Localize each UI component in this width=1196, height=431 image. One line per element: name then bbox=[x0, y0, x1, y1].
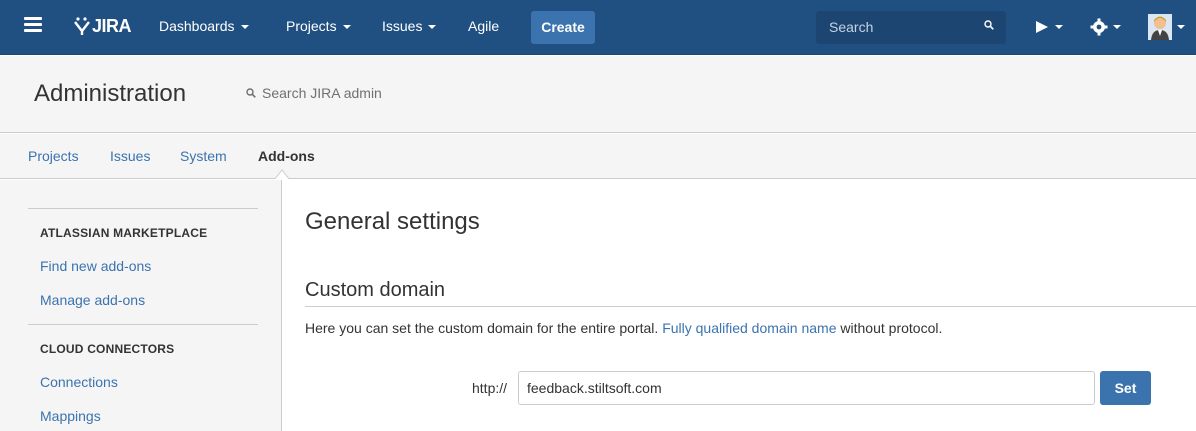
sidebar: ATLASSIAN MARKETPLACE Find new add-ons M… bbox=[0, 180, 282, 431]
sidebar-item-connections[interactable]: Connections bbox=[40, 374, 118, 390]
logo-text: JIRA bbox=[92, 15, 132, 36]
nav-agile[interactable]: Agile bbox=[468, 16, 499, 36]
nav-projects-label: Projects bbox=[286, 18, 337, 34]
top-navigation-bar: JIRA Dashboards Projects Issues Agile Cr… bbox=[0, 0, 1196, 55]
nav-projects[interactable]: Projects bbox=[286, 16, 351, 36]
tab-projects[interactable]: Projects bbox=[28, 148, 79, 164]
custom-domain-title: Custom domain bbox=[305, 279, 446, 301]
avatar bbox=[1148, 14, 1172, 40]
chevron-down-icon bbox=[1113, 25, 1121, 29]
tab-add-ons[interactable]: Add-ons bbox=[258, 148, 315, 164]
divider bbox=[28, 208, 258, 209]
custom-domain-input[interactable] bbox=[518, 371, 1095, 405]
chevron-down-icon bbox=[1055, 25, 1063, 29]
admin-tabs: Projects Issues System Add-ons bbox=[0, 134, 1196, 179]
nav-issues[interactable]: Issues bbox=[382, 16, 437, 36]
divider bbox=[305, 306, 1196, 307]
feedback-icon bbox=[1036, 21, 1048, 33]
fqdn-link[interactable]: Fully qualified domain name bbox=[662, 320, 836, 336]
sidebar-item-find-new-add-ons[interactable]: Find new add-ons bbox=[40, 258, 151, 274]
hamburger-menu-icon[interactable] bbox=[24, 17, 42, 33]
admin-search-field[interactable]: Search JIRA admin bbox=[246, 85, 382, 101]
admin-search-placeholder: Search JIRA admin bbox=[262, 85, 382, 101]
divider bbox=[28, 324, 258, 325]
custom-domain-description: Here you can set the custom domain for t… bbox=[305, 320, 942, 336]
tab-issues[interactable]: Issues bbox=[110, 148, 150, 164]
jira-logo[interactable]: JIRA bbox=[74, 13, 132, 39]
jira-logo-icon bbox=[74, 17, 90, 35]
active-tab-pointer bbox=[274, 169, 290, 180]
chevron-down-icon bbox=[428, 25, 437, 30]
chevron-down-icon bbox=[1177, 25, 1185, 29]
gear-icon bbox=[1090, 18, 1108, 36]
nav-issues-label: Issues bbox=[382, 18, 423, 34]
nav-dashboards-label: Dashboards bbox=[159, 18, 235, 34]
tab-system[interactable]: System bbox=[180, 148, 227, 164]
sidebar-heading-cloud-connectors: CLOUD CONNECTORS bbox=[40, 342, 175, 356]
search-input[interactable]: Search bbox=[816, 11, 1006, 44]
sidebar-item-mappings[interactable]: Mappings bbox=[40, 408, 101, 424]
create-button[interactable]: Create bbox=[531, 11, 595, 44]
user-menu[interactable] bbox=[1148, 13, 1185, 41]
help-menu[interactable] bbox=[1034, 13, 1063, 41]
description-text: Here you can set the custom domain for t… bbox=[305, 320, 659, 336]
search-icon bbox=[984, 20, 994, 30]
chevron-down-icon bbox=[240, 25, 249, 30]
general-settings-title: General settings bbox=[305, 208, 480, 235]
admin-header: Administration Search JIRA admin bbox=[0, 56, 1196, 133]
search-placeholder: Search bbox=[829, 19, 874, 35]
set-button[interactable]: Set bbox=[1100, 371, 1151, 405]
sidebar-item-manage-add-ons[interactable]: Manage add-ons bbox=[40, 292, 145, 308]
settings-menu[interactable] bbox=[1090, 13, 1121, 41]
protocol-prefix-label: http:// bbox=[472, 380, 508, 396]
chevron-down-icon bbox=[342, 25, 351, 30]
description-text-end: without protocol. bbox=[840, 320, 943, 336]
sidebar-heading-marketplace: ATLASSIAN MARKETPLACE bbox=[40, 226, 208, 240]
nav-dashboards[interactable]: Dashboards bbox=[159, 16, 249, 36]
search-icon bbox=[246, 88, 256, 98]
page-title: Administration bbox=[34, 80, 187, 107]
nav-agile-label: Agile bbox=[468, 18, 500, 34]
